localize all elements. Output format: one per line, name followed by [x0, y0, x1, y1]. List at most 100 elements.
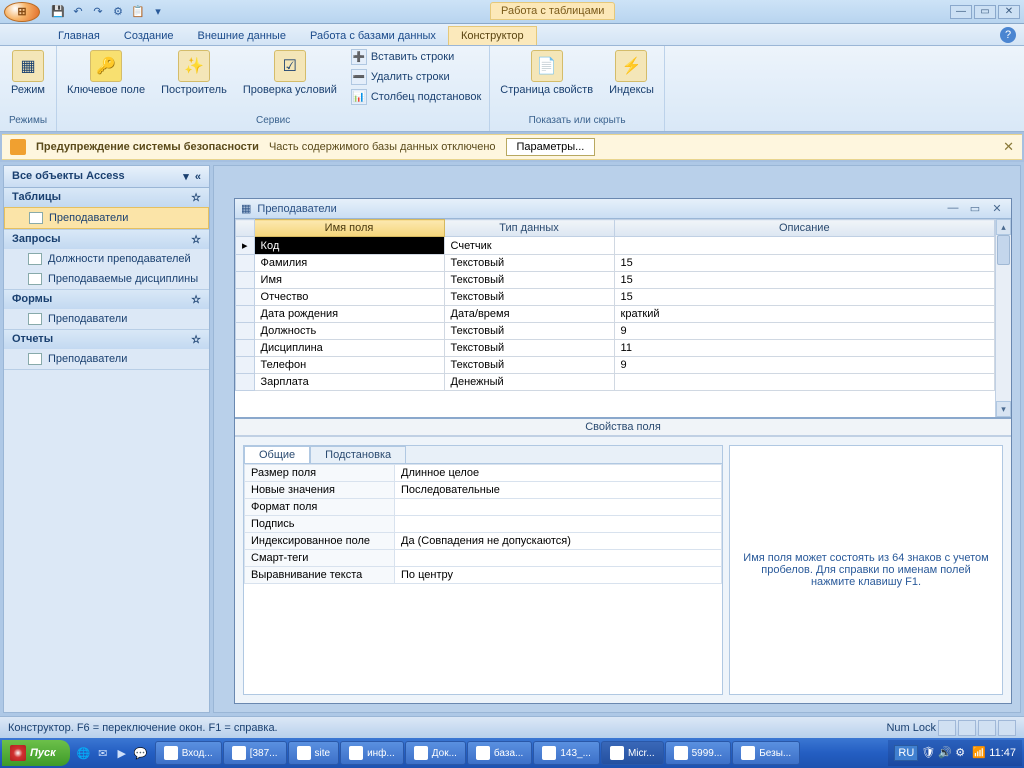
description-cell[interactable]: краткий — [614, 306, 994, 323]
row-selector[interactable]: ▸ — [236, 237, 255, 255]
taskbar-button[interactable]: 5999... — [665, 741, 732, 765]
office-button[interactable]: ⊞ — [4, 2, 40, 22]
description-cell[interactable]: 15 — [614, 255, 994, 272]
data-type-cell[interactable]: Текстовый — [444, 323, 614, 340]
property-sheet-button[interactable]: 📄Страница свойств — [496, 48, 597, 98]
property-value[interactable]: Последовательные — [395, 482, 722, 499]
description-cell[interactable] — [614, 237, 994, 255]
description-cell[interactable]: 9 — [614, 323, 994, 340]
row-selector[interactable] — [236, 374, 255, 391]
view-pivot-icon[interactable] — [958, 720, 976, 736]
row-selector[interactable] — [236, 340, 255, 357]
builder-button[interactable]: ✨Построитель — [157, 48, 231, 98]
tray-icon[interactable]: 🔊 — [938, 746, 952, 760]
taskbar-button[interactable]: Вход... — [155, 741, 222, 765]
field-name-cell[interactable]: Зарплата — [254, 374, 444, 391]
close-button[interactable]: ✕ — [998, 5, 1020, 19]
taskbar-button[interactable]: [387... — [223, 741, 287, 765]
qat-dropdown-icon[interactable]: ▾ — [150, 4, 166, 20]
tab-create[interactable]: Создание — [112, 27, 186, 45]
qat-icon[interactable]: ⚙ — [110, 4, 126, 20]
undo-icon[interactable]: ↶ — [70, 4, 86, 20]
view-chart-icon[interactable] — [978, 720, 996, 736]
row-selector[interactable] — [236, 357, 255, 374]
taskbar-button[interactable]: site — [288, 741, 340, 765]
data-type-cell[interactable]: Денежный — [444, 374, 614, 391]
property-value[interactable] — [395, 550, 722, 567]
tab-design[interactable]: Конструктор — [448, 26, 537, 45]
indexes-button[interactable]: ⚡Индексы — [605, 48, 658, 98]
tab-database[interactable]: Работа с базами данных — [298, 27, 448, 45]
tab-home[interactable]: Главная — [46, 27, 112, 45]
property-value[interactable]: Да (Совпадения не допускаются) — [395, 533, 722, 550]
redo-icon[interactable]: ↷ — [90, 4, 106, 20]
taskbar-button[interactable]: база... — [467, 741, 532, 765]
scroll-up-icon[interactable]: ▴ — [996, 219, 1011, 235]
data-type-cell[interactable]: Счетчик — [444, 237, 614, 255]
insert-rows-button[interactable]: ➕Вставить строки — [349, 48, 483, 66]
field-name-cell[interactable]: Имя — [254, 272, 444, 289]
nav-item[interactable]: Должности преподавателей — [4, 249, 209, 269]
field-name-cell[interactable]: Дата рождения — [254, 306, 444, 323]
nav-section-header[interactable]: Таблицы☆ — [4, 188, 209, 207]
qat-icon[interactable]: 📋 — [130, 4, 146, 20]
scroll-thumb[interactable] — [997, 235, 1010, 265]
security-close-button[interactable]: ✕ — [1003, 139, 1014, 155]
taskbar-button[interactable]: Micr... — [601, 741, 664, 765]
tray-icon[interactable]: 📶 — [972, 746, 986, 760]
view-datasheet-icon[interactable] — [938, 720, 956, 736]
nav-section-header[interactable]: Запросы☆ — [4, 230, 209, 249]
taskbar-button[interactable]: инф... — [340, 741, 404, 765]
row-selector[interactable] — [236, 255, 255, 272]
window-restore-button[interactable]: ▭ — [967, 202, 983, 216]
ql-icon[interactable]: ▶ — [113, 742, 131, 764]
data-type-cell[interactable]: Текстовый — [444, 340, 614, 357]
property-value[interactable] — [395, 499, 722, 516]
field-name-cell[interactable]: Дисциплина — [254, 340, 444, 357]
taskbar-button[interactable]: Безы... — [732, 741, 800, 765]
data-type-cell[interactable]: Текстовый — [444, 272, 614, 289]
property-value[interactable]: По центру — [395, 567, 722, 584]
clock[interactable]: 11:47 — [989, 747, 1016, 759]
lookup-column-button[interactable]: 📊Столбец подстановок — [349, 88, 483, 106]
taskbar-button[interactable]: Док... — [405, 741, 466, 765]
field-name-cell[interactable]: Должность — [254, 323, 444, 340]
prop-tab-general[interactable]: Общие — [244, 446, 310, 464]
description-cell[interactable]: 15 — [614, 272, 994, 289]
description-cell[interactable]: 9 — [614, 357, 994, 374]
field-name-cell[interactable]: Телефон — [254, 357, 444, 374]
description-cell[interactable]: 11 — [614, 340, 994, 357]
data-type-cell[interactable]: Дата/время — [444, 306, 614, 323]
data-type-cell[interactable]: Текстовый — [444, 289, 614, 306]
field-name-cell[interactable]: Фамилия — [254, 255, 444, 272]
data-type-cell[interactable]: Текстовый — [444, 255, 614, 272]
primary-key-button[interactable]: 🔑Ключевое поле — [63, 48, 149, 98]
start-button[interactable]: Пуск — [2, 740, 70, 766]
nav-section-header[interactable]: Отчеты☆ — [4, 330, 209, 349]
taskbar-button[interactable]: 143_... — [533, 741, 600, 765]
tray-icon[interactable]: ⚙ — [955, 746, 969, 760]
nav-section-header[interactable]: Формы☆ — [4, 290, 209, 309]
nav-header[interactable]: Все объекты Access▾ « — [4, 166, 209, 188]
minimize-button[interactable]: — — [950, 5, 972, 19]
nav-item[interactable]: Преподаватели — [4, 349, 209, 369]
test-rules-button[interactable]: ☑Проверка условий — [239, 48, 341, 98]
prop-tab-lookup[interactable]: Подстановка — [310, 446, 406, 464]
description-cell[interactable]: 15 — [614, 289, 994, 306]
description-cell[interactable] — [614, 374, 994, 391]
lang-indicator[interactable]: RU — [894, 745, 918, 761]
ql-icon[interactable]: 🌐 — [75, 742, 93, 764]
property-value[interactable]: Длинное целое — [395, 465, 722, 482]
chevron-down-icon[interactable]: ▾ « — [183, 170, 201, 183]
window-close-button[interactable]: ✕ — [989, 202, 1005, 216]
window-minimize-button[interactable]: — — [945, 202, 961, 216]
scroll-down-icon[interactable]: ▾ — [996, 401, 1011, 417]
row-selector[interactable] — [236, 306, 255, 323]
security-options-button[interactable]: Параметры... — [506, 138, 596, 156]
maximize-button[interactable]: ▭ — [974, 5, 996, 19]
nav-item[interactable]: Преподаваемые дисциплины — [4, 269, 209, 289]
save-icon[interactable]: 💾 — [50, 4, 66, 20]
view-mode-button[interactable]: ▦Режим — [6, 48, 50, 98]
vertical-scrollbar[interactable]: ▴ ▾ — [995, 219, 1011, 417]
ql-icon[interactable]: 💬 — [132, 742, 150, 764]
